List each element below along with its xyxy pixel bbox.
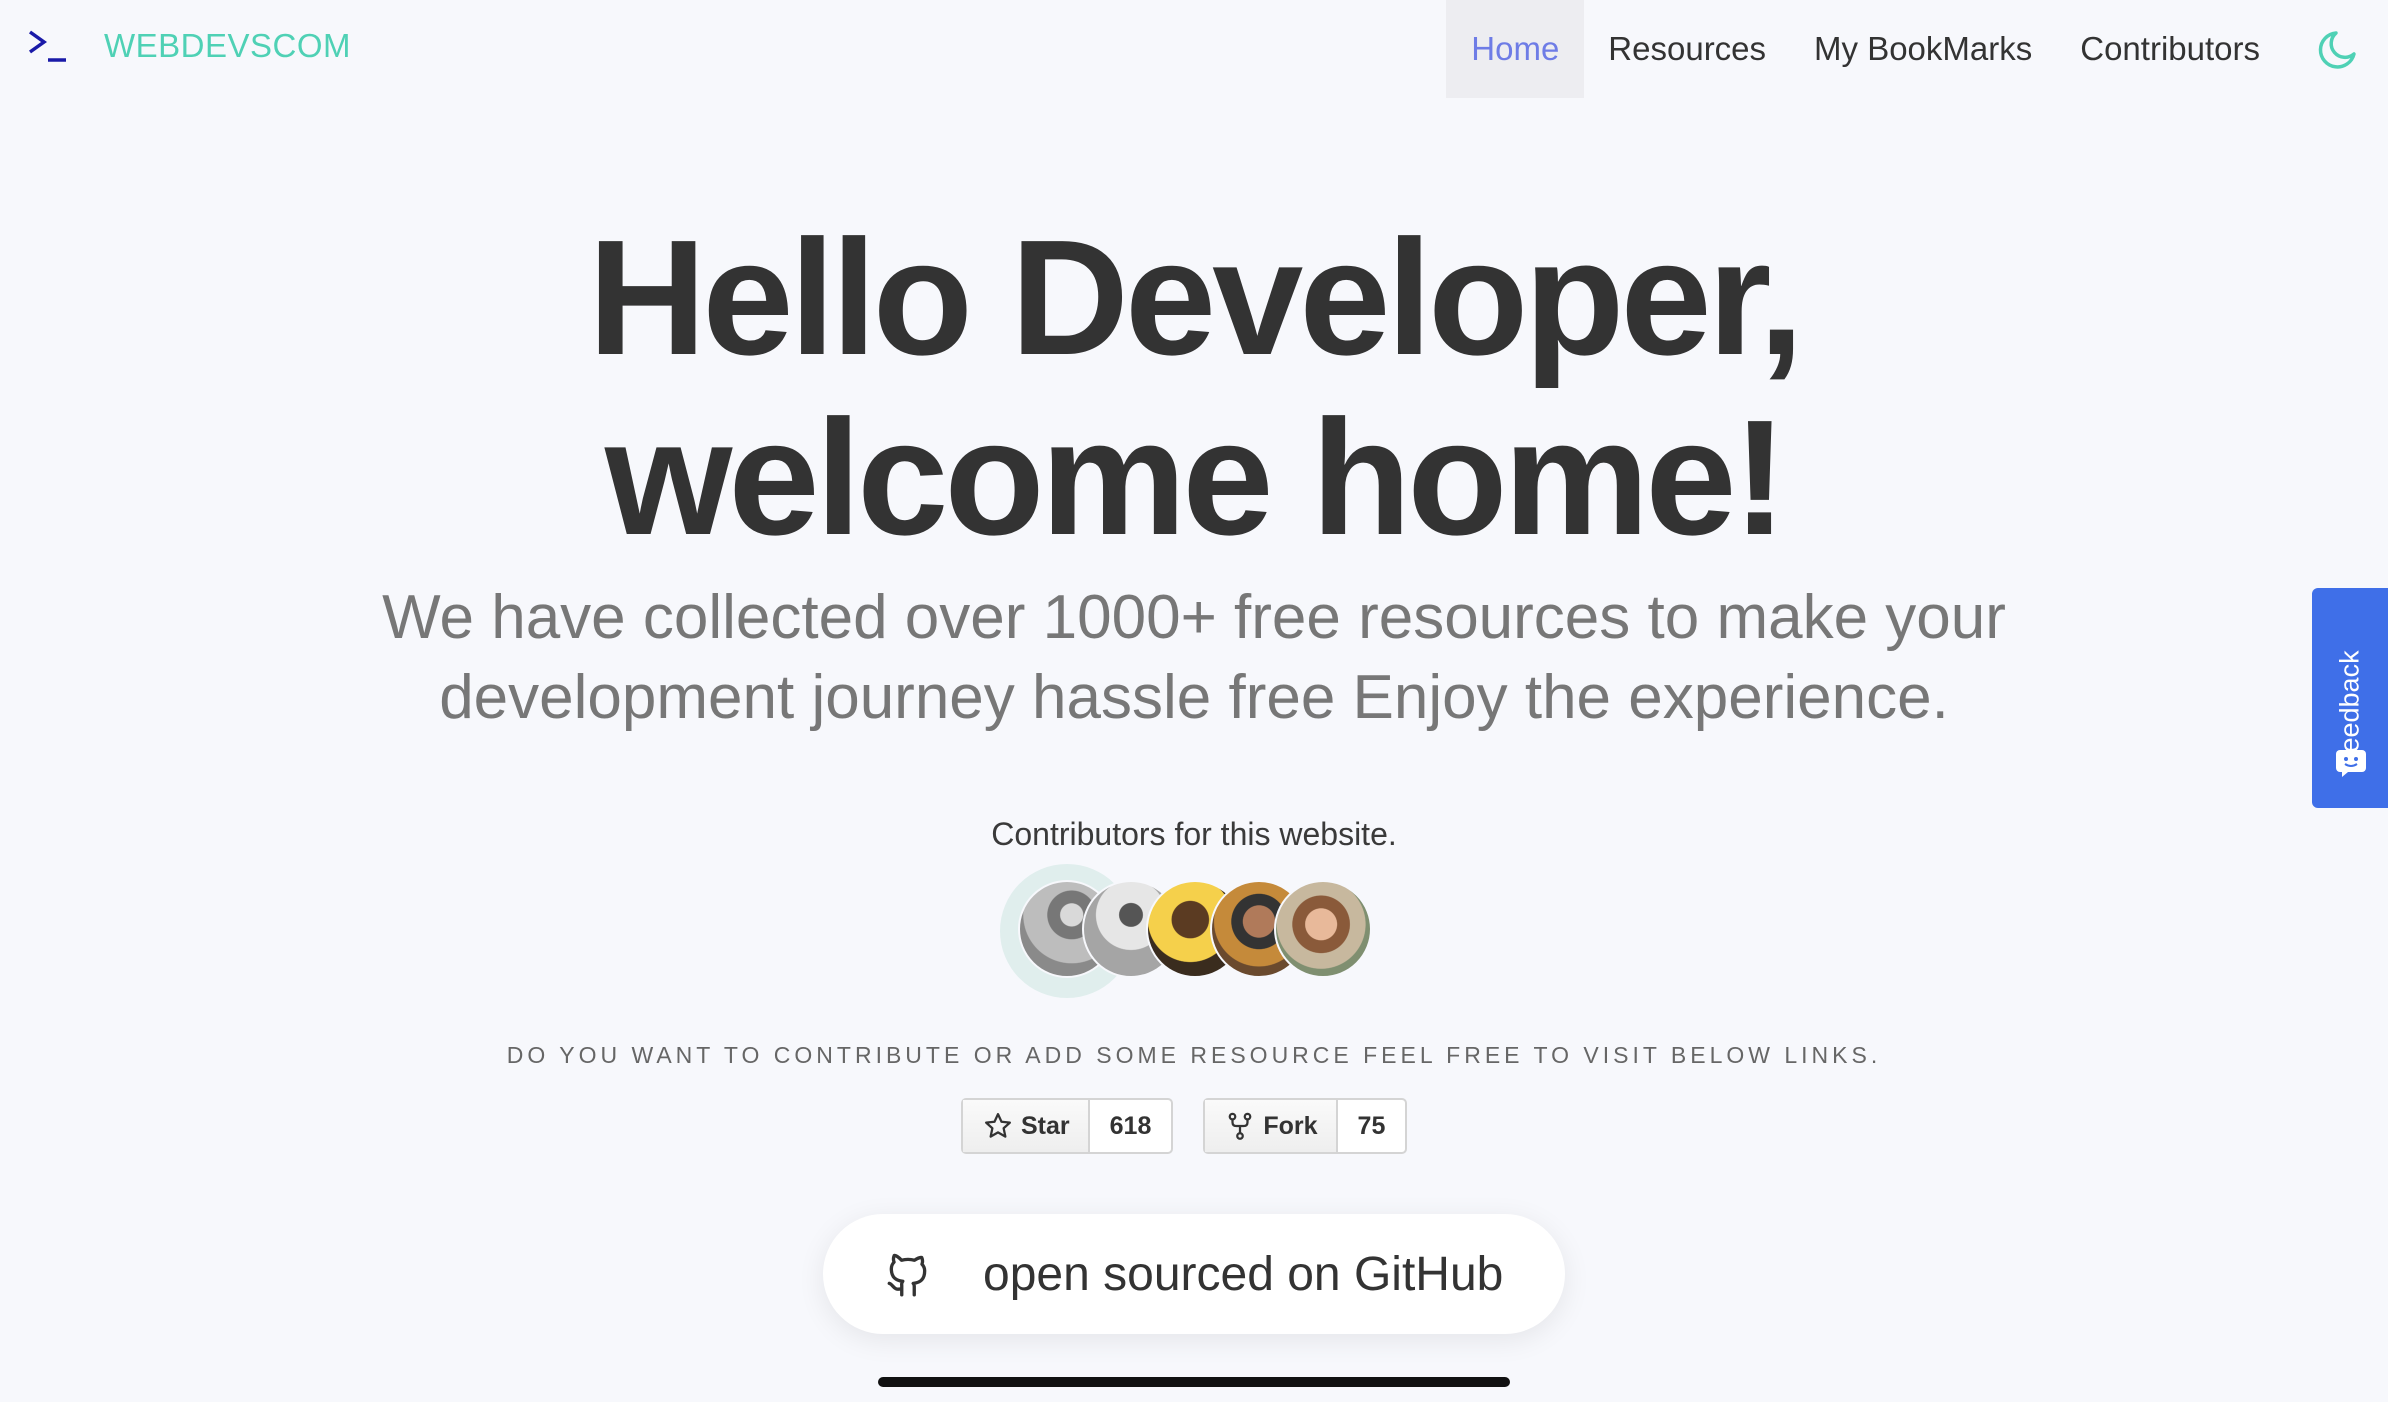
hero-title-line-1: Hello Developer, [587, 206, 1804, 389]
hero-title-line-2: welcome home! [604, 386, 1787, 569]
hero-subtitle: We have collected over 1000+ free resour… [382, 583, 2006, 732]
star-button-group: Star 618 [961, 1098, 1174, 1154]
star-label: Star [1021, 1111, 1070, 1140]
home-indicator [878, 1377, 1510, 1387]
star-button[interactable]: Star [963, 1100, 1090, 1152]
star-icon [985, 1113, 1011, 1138]
brand[interactable]: WEBDEVSCOM [26, 22, 351, 70]
open-sourced-github-link[interactable]: open sourced on GitHub [823, 1214, 1565, 1334]
nav-links: Home Resources My BookMarks Contributors [1446, 0, 2284, 98]
brand-name: WEBDEVSCOM [104, 27, 352, 64]
chat-face-icon [2336, 750, 2366, 777]
github-icon [887, 1253, 927, 1297]
terminal-prompt-icon [28, 30, 66, 62]
contributors-title: Contributors for this website. [991, 816, 1397, 852]
nav-item-contributors[interactable]: Contributors [2056, 0, 2284, 98]
star-count[interactable]: 618 [1090, 1100, 1172, 1152]
github-buttons: Star 618 Fork 75 [961, 1098, 1437, 1154]
contributor-avatars [1000, 864, 1372, 998]
nav-item-resources[interactable]: Resources [1584, 0, 1790, 98]
fork-button-group: Fork 75 [1203, 1098, 1408, 1154]
github-link-label: open sourced on GitHub [983, 1247, 1504, 1301]
feedback-tab[interactable]: Feedback [2312, 588, 2388, 808]
fork-icon [1228, 1112, 1252, 1140]
nav-item-home[interactable]: Home [1446, 0, 1585, 98]
fork-label: Fork [1263, 1111, 1318, 1140]
nav-item-my-bookmarks[interactable]: My BookMarks [1790, 0, 2056, 98]
top-nav: WEBDEVSCOM Home Resources My BookMarks C… [0, 0, 2388, 98]
contribute-cta: DO YOU WANT TO CONTRIBUTE OR ADD SOME RE… [506, 1042, 1882, 1068]
page: WEBDEVSCOM Home Resources My BookMarks C… [0, 0, 2388, 1402]
avatar[interactable] [1274, 880, 1372, 978]
fork-count[interactable]: 75 [1338, 1100, 1406, 1152]
fork-button[interactable]: Fork [1205, 1100, 1338, 1152]
hero-title: Hello Developer, welcome home! [0, 208, 2388, 568]
moon-icon[interactable] [2314, 24, 2364, 74]
